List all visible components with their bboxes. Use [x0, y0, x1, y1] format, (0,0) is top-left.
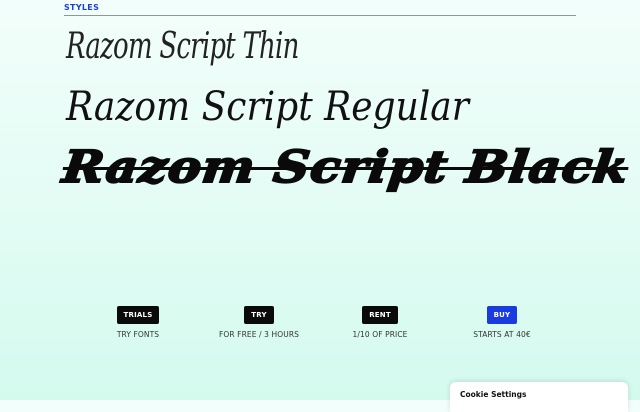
trials-description: TRY FONTS: [116, 330, 160, 339]
font-sample-regular[interactable]: Razom Script Regular: [66, 82, 469, 132]
trials-button[interactable]: TRIALS: [116, 306, 160, 324]
try-button[interactable]: TRY: [244, 306, 274, 324]
font-sample-thin[interactable]: Razom Script Thin: [66, 22, 299, 72]
cookie-settings-panel[interactable]: Cookie Settings: [450, 382, 628, 412]
try-description: FOR FREE / 3 HOURS: [218, 330, 300, 339]
license-options: TRIALS TRY FONTS TRY FOR FREE / 3 HOURS …: [0, 302, 640, 342]
rent-description: 1/10 OF PRICE: [352, 330, 408, 339]
rent-button[interactable]: RENT: [362, 306, 398, 324]
option-buy: BUY STARTS AT 40€: [442, 302, 562, 339]
buy-button[interactable]: BUY: [486, 306, 518, 324]
styles-label: STYLES: [64, 3, 100, 12]
option-trials: TRIALS TRY FONTS: [78, 302, 198, 339]
option-try: TRY FOR FREE / 3 HOURS: [199, 302, 319, 339]
styles-section-header: STYLES: [64, 3, 576, 16]
font-sample-black-text: Razom Script Black: [59, 141, 633, 194]
option-rent: RENT 1/10 OF PRICE: [320, 302, 440, 339]
font-sample-black[interactable]: Razom Script Black: [59, 141, 640, 194]
buy-description: STARTS AT 40€: [473, 330, 531, 339]
cookie-settings-title: Cookie Settings: [460, 390, 527, 399]
